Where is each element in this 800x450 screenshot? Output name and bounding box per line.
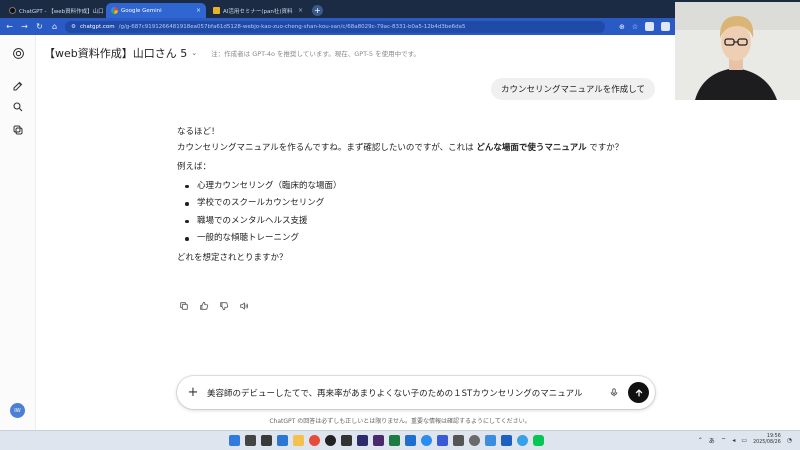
list-item: 心理カウンセリング（臨床的な場面） [185, 181, 637, 191]
app-icon[interactable] [341, 435, 352, 446]
zoom-icon[interactable]: ⊕ [619, 23, 625, 31]
add-attachment-button[interactable]: + [187, 385, 199, 400]
app-icon[interactable] [501, 435, 512, 446]
close-tab-icon[interactable]: × [298, 7, 303, 14]
gpt-title-dropdown[interactable]: 【web資料作成】山口さん 5 ⌄ [44, 45, 197, 61]
clock[interactable]: 19:56 2025/08/26 [753, 434, 781, 446]
examples-label: 例えば： [177, 162, 212, 172]
slides-favicon-icon [213, 7, 220, 14]
model-note: 注：作成者は GPT-4o を推奨しています。現在、GPT-5 を使用中です。 [211, 50, 420, 58]
prompt-composer: + 美容師のデビューしたてで、再来率があまりよくない子のための１STカウンセリン… [177, 376, 655, 409]
address-bar[interactable]: ⚙ chatgpt.com /g/g-687c9191266481918ea05… [65, 20, 605, 33]
taskbar-apps [229, 435, 544, 446]
line-app-icon[interactable] [533, 435, 544, 446]
browser-tab-gemini[interactable]: Google Gemini × [106, 3, 206, 18]
microphone-icon[interactable] [608, 387, 620, 399]
examples-list: 心理カウンセリング（臨床的な場面） 学校でのスクールカウンセリング 職場でのメン… [185, 181, 637, 243]
wifi-icon[interactable]: ⌔ [721, 436, 727, 444]
url-path: /g/g-687c9191266481918ea057bfa61d5128-we… [118, 23, 466, 30]
emphasis-text: どんな場面で使うマニュアル [476, 142, 587, 153]
tab-label: Google Gemini [121, 7, 162, 14]
edge-icon[interactable] [421, 435, 432, 446]
file-explorer-icon[interactable] [293, 435, 304, 446]
app-icon[interactable] [277, 435, 288, 446]
answer-question: どれを想定されとりますか？ [177, 252, 288, 263]
ime-indicator[interactable]: あ [709, 436, 715, 445]
app-icon[interactable] [469, 435, 480, 446]
message-actions [178, 300, 249, 311]
list-item: 職場でのメンタルヘルス支援 [185, 216, 637, 226]
chatgpt-favicon-icon [9, 7, 16, 14]
answer-line: なるほど！ [177, 127, 220, 137]
copy-icon[interactable] [178, 300, 189, 311]
thumbs-down-icon[interactable] [218, 300, 229, 311]
volume-icon[interactable]: ◂ [732, 437, 735, 444]
assistant-message: なるほど！ カウンセリングマニュアルを作るんですね。まず確認したいのですが、これ… [177, 128, 637, 273]
windows-taskbar: ⌃ あ ⌔ ◂ ▭ 19:56 2025/08/26 ◔ [0, 430, 800, 450]
system-tray: ⌃ あ ⌔ ◂ ▭ 19:56 2025/08/26 ◔ [698, 434, 792, 446]
presenter-image [675, 2, 800, 100]
chevron-up-icon[interactable]: ⌃ [698, 437, 703, 444]
app-icon[interactable] [261, 435, 272, 446]
read-aloud-icon[interactable] [238, 300, 249, 311]
browser-tab-chatgpt[interactable]: ChatGPT - 【web資料作成】山口さ... × [4, 3, 104, 18]
chat-header: 【web資料作成】山口さん 5 ⌄ 注：作成者は GPT-4o を推奨しています… [44, 45, 420, 61]
browser-tab-slides[interactable]: AI活用セミナー(pan社)資料 × [208, 3, 308, 18]
list-item: 一般的な傾聴トレーニング [185, 234, 637, 243]
sidebar: IW [0, 35, 36, 430]
chevron-down-icon: ⌄ [191, 49, 198, 57]
task-view-icon[interactable] [245, 435, 256, 446]
date: 2025/08/26 [753, 440, 781, 446]
notification-bell-icon[interactable]: ◔ [787, 437, 792, 444]
app-icon[interactable] [373, 435, 384, 446]
webcam-overlay [675, 2, 800, 100]
back-arrow-icon[interactable]: ← [5, 22, 14, 31]
site-info-icon[interactable]: ⚙ [71, 24, 76, 30]
disclaimer-text: ChatGPT の回答は必ずしも正しいとは限りません。重要な情報は確認するように… [269, 418, 531, 425]
forward-arrow-icon[interactable]: → [20, 22, 29, 31]
app-icon[interactable] [405, 435, 416, 446]
list-item: 学校でのスクールカウンセリング [185, 199, 637, 208]
premiere-icon[interactable] [357, 435, 368, 446]
windows-start-icon[interactable] [229, 435, 240, 446]
prompt-input[interactable]: 美容師のデビューしたてで、再来率があまりよくない子のための１STカウンセリングの… [207, 387, 600, 399]
new-chat-icon[interactable] [11, 79, 25, 93]
chrome-icon[interactable] [309, 435, 320, 446]
app-icon[interactable] [485, 435, 496, 446]
app-icon[interactable] [453, 435, 464, 446]
library-icon[interactable] [11, 123, 25, 137]
app-icon[interactable] [517, 435, 528, 446]
openai-logo-icon[interactable] [11, 46, 25, 60]
search-icon[interactable] [11, 100, 25, 114]
excel-icon[interactable] [389, 435, 400, 446]
url-host: chatgpt.com [79, 23, 115, 30]
extension-icon[interactable] [645, 22, 655, 31]
thumbs-up-icon[interactable] [198, 300, 209, 311]
tab-label: AI活用セミナー(pan社)資料 [223, 8, 293, 15]
answer-line: カウンセリングマニュアルを作るんですね。まず確認したいのですが、これは どんな場… [177, 142, 624, 153]
user-message-bubble: カウンセリングマニュアルを作成して [491, 78, 655, 100]
zoom-app-icon[interactable] [437, 435, 448, 446]
app-icon[interactable] [325, 435, 336, 446]
send-button[interactable] [628, 382, 649, 403]
extension-icon[interactable] [661, 22, 671, 31]
close-tab-icon[interactable]: × [196, 7, 201, 14]
tab-label: ChatGPT - 【web資料作成】山口さ... [19, 8, 104, 15]
reload-icon[interactable]: ↻ [35, 22, 44, 31]
bookmark-star-icon[interactable]: ☆ [632, 23, 638, 31]
home-icon[interactable]: ⌂ [50, 22, 59, 31]
new-tab-button[interactable]: + [312, 5, 323, 16]
google-favicon-icon [111, 7, 118, 14]
page-title: 【web資料作成】山口さん 5 [44, 47, 188, 60]
battery-icon[interactable]: ▭ [741, 437, 747, 444]
